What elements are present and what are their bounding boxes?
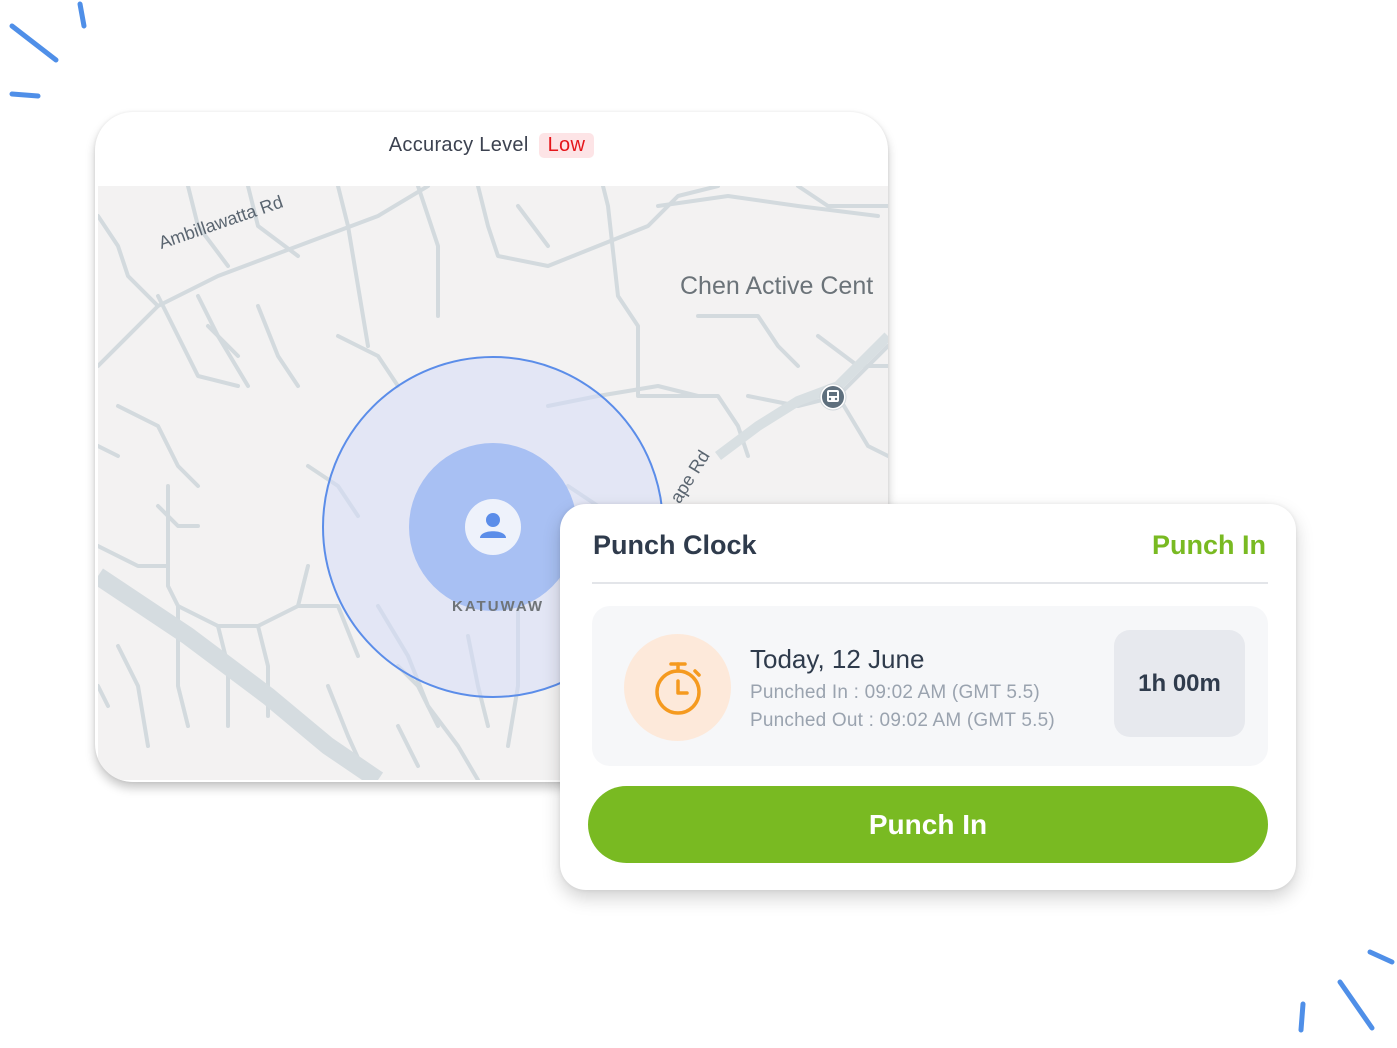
punch-details-panel: Today, 12 June Punched In : 09:02 AM (GM…: [592, 606, 1268, 766]
punch-status: Punch In: [1152, 530, 1266, 560]
divider: [592, 582, 1268, 584]
punch-in-button[interactable]: Punch In: [588, 786, 1268, 863]
punched-out-time: Punched Out : 09:02 AM (GMT 5.5): [750, 710, 1055, 731]
accuracy-badge: Low: [538, 132, 595, 158]
bus-stop-icon[interactable]: [818, 382, 848, 412]
punch-clock-title: Punch Clock: [593, 530, 757, 560]
accuracy-level: Accuracy Level Low: [95, 130, 888, 160]
punch-clock-card: Punch Clock Punch In Today, 12 June Punc…: [560, 504, 1296, 890]
user-location-icon[interactable]: [475, 508, 511, 544]
punch-date: Today, 12 June: [750, 644, 925, 674]
place-label-chen-active: Chen Active Cent: [680, 272, 874, 300]
accuracy-label: Accuracy Level: [388, 133, 529, 156]
punched-in-time: Punched In : 09:02 AM (GMT 5.5): [750, 682, 1040, 703]
stopwatch-icon: [654, 661, 701, 715]
timer-badge: [624, 634, 731, 741]
duration-badge: 1h 00m: [1114, 630, 1245, 737]
area-label: KATUWAW: [452, 598, 545, 615]
